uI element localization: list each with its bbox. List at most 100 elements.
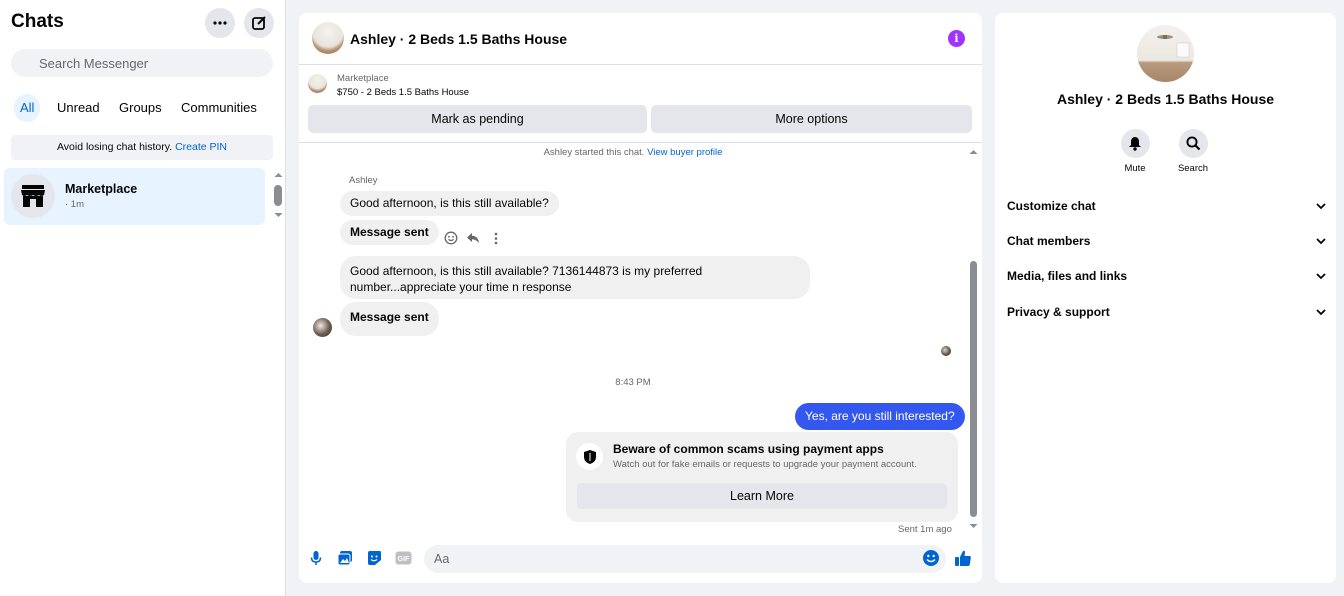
ceiling-fan-icon [1157,35,1190,58]
mark-as-pending-button[interactable]: Mark as pending [308,105,647,133]
marketplace-label: Marketplace [337,73,389,84]
view-buyer-profile-link[interactable]: View buyer profile [647,147,722,158]
filter-communities[interactable]: Communities [175,94,263,122]
message-thread: Ashley started this chat. View buyer pro… [299,144,982,538]
sent-status: Sent 1m ago [898,524,952,535]
gif-icon: GIF [395,551,411,565]
chat-timestamp: · 1m [65,199,84,210]
conversation-panel: Ashley · 2 Beds 1.5 Baths House i Market… [299,13,982,583]
filter-groups[interactable]: Groups [113,94,168,122]
section-privacy-support[interactable]: Privacy & support [1007,300,1327,324]
chat-started-text: Ashley started this chat. [543,147,645,158]
vertical-ellipsis-icon [494,232,498,244]
thread-scrollbar[interactable] [967,144,981,538]
chevron-down-icon [1316,238,1326,245]
smiley-icon [444,231,458,245]
emoji-button[interactable] [922,549,940,567]
listing-title[interactable]: $750 - 2 Beds 1.5 Baths House [337,87,469,98]
scam-warning-heading: Beware of common scams using payment app… [613,442,884,456]
search-action[interactable]: Search [1171,129,1215,174]
message-input[interactable] [424,545,946,573]
pin-banner: Avoid losing chat history. Create PIN [11,135,273,160]
chats-sidebar: Chats All Unread Groups Communities Avoi… [0,0,286,596]
reply-button[interactable] [465,230,481,246]
filter-unread[interactable]: Unread [51,94,106,122]
conversation-title[interactable]: Ashley · 2 Beds 1.5 Baths House [350,31,567,47]
learn-more-button[interactable]: Learn More [577,483,947,509]
search-label: Search [1177,163,1209,174]
sidebar-scrollbar[interactable] [273,172,284,218]
time-divider: 8:43 PM [615,377,651,388]
compose-icon [252,16,266,30]
react-button[interactable] [443,230,459,246]
chat-name: Marketplace [65,182,138,196]
chevron-down-icon [1316,203,1326,210]
sticker-button[interactable] [365,549,383,567]
pin-banner-text: Avoid losing chat history. [56,141,173,153]
sender-name: Ashley [349,175,378,186]
section-label: Chat members [1007,234,1091,248]
details-name: Ashley · 2 Beds 1.5 Baths House [1056,91,1275,107]
sidebar-scroll-thumb[interactable] [274,185,282,206]
scroll-up-arrow-icon [969,150,978,154]
create-pin-link[interactable]: Create PIN [175,141,227,153]
listing-thumbnail[interactable] [308,74,327,93]
mute-label: Mute [1124,163,1146,174]
info-icon[interactable]: i [948,30,965,47]
ellipsis-icon [213,21,227,25]
bell-icon [1129,137,1141,151]
microphone-icon [310,551,322,565]
marketplace-avatar [11,174,55,218]
message-bubble[interactable]: Good afternoon, is this still available? [340,191,559,216]
chat-started-note: Ashley started this chat. View buyer pro… [299,147,967,158]
marketplace-bar: Marketplace $750 - 2 Beds 1.5 Baths Hous… [299,65,982,143]
scam-warning-card: Beware of common scams using payment app… [566,432,958,522]
section-media-files-links[interactable]: Media, files and links [1007,264,1327,288]
attach-photo-button[interactable] [336,549,354,567]
bell-icon-wrap[interactable] [1120,129,1150,158]
section-chat-members[interactable]: Chat members [1007,229,1327,253]
search-icon [1185,136,1200,151]
seen-indicator-avatar [941,346,951,356]
svg-text:GIF: GIF [397,556,409,563]
shield-icon-wrap [576,443,603,470]
message-bubble[interactable]: Message sent [340,302,439,336]
more-options-button[interactable]: More options [651,105,972,133]
scroll-up-arrow-icon [274,173,283,177]
new-message-button[interactable] [244,8,274,38]
search-input[interactable] [11,49,273,77]
chevron-down-icon [1316,309,1326,316]
conversation-avatar[interactable] [312,22,344,54]
sender-avatar[interactable] [313,318,332,337]
section-customize-chat[interactable]: Customize chat [1007,194,1327,218]
mute-action[interactable]: Mute [1113,129,1157,174]
shield-icon [583,449,596,464]
details-panel: Ashley · 2 Beds 1.5 Baths House Mute Sea… [995,13,1336,583]
storefront-icon [21,185,45,207]
chat-list-item[interactable]: Marketplace · 1m [4,168,265,225]
message-bubble[interactable]: Good afternoon, is this still available?… [340,256,810,299]
emoji-icon [923,550,939,566]
section-label: Privacy & support [1007,305,1110,319]
scroll-down-arrow-icon [969,524,978,528]
conversation-header: Ashley · 2 Beds 1.5 Baths House i [299,13,982,65]
search-icon-wrap[interactable] [1178,129,1208,158]
message-bubble[interactable]: Message sent [340,220,439,245]
sticker-icon [368,551,381,565]
voice-clip-button[interactable] [307,549,325,567]
reply-icon [467,233,479,243]
thread-scroll-thumb[interactable] [970,261,977,517]
more-options-button[interactable] [205,8,235,38]
listing-photo-avatar[interactable] [1137,25,1194,82]
sidebar-title: Chats [11,11,64,32]
section-label: Customize chat [1007,199,1096,213]
like-button[interactable] [954,549,972,567]
message-more-button[interactable] [488,230,504,246]
gif-button[interactable]: GIF [394,549,412,567]
outgoing-message-bubble[interactable]: Yes, are you still interested? [795,403,965,430]
photo-gallery-icon [337,551,352,566]
filter-all[interactable]: All [14,94,41,122]
scroll-down-arrow-icon [274,213,283,217]
thumbs-up-icon [955,550,971,566]
chevron-down-icon [1316,273,1326,280]
